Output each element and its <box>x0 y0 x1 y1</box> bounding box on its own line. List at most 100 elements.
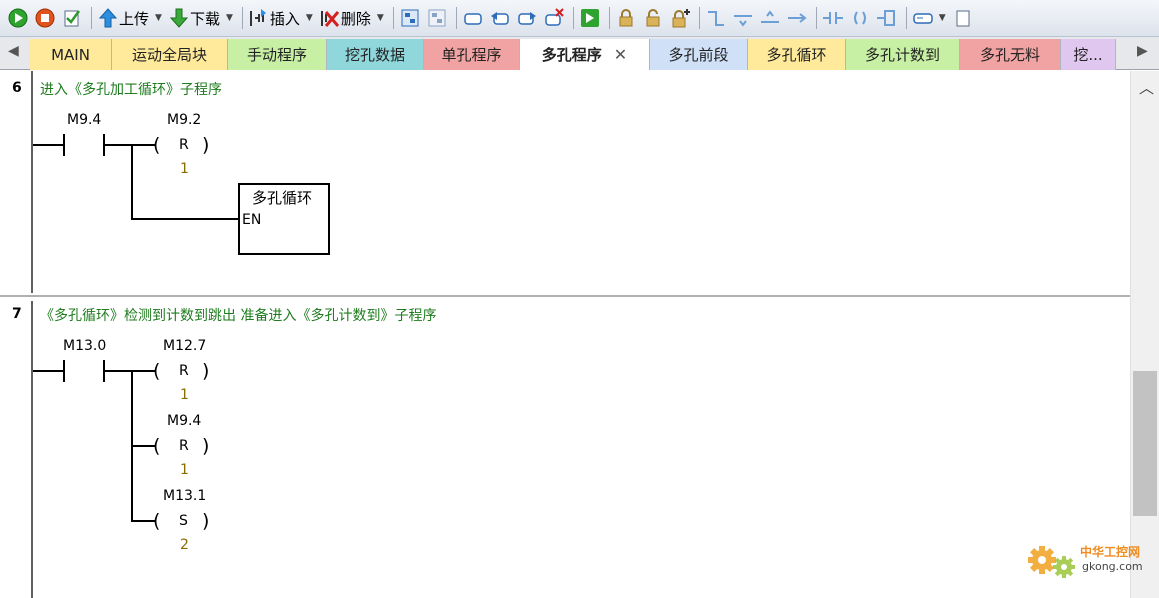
tab-8[interactable]: 多孔循环 <box>748 39 846 70</box>
coil-type[interactable]: R <box>179 134 189 156</box>
ladder-editor[interactable]: 6 进入《多孔加工循环》子程序 M9.4 M9.2 ( R ) 1 多孔循环 E… <box>0 71 1130 598</box>
network-7: 7 《多孔循环》检测到计数到跳出 准备进入《多孔计数到》子程序 M13.0 M1… <box>0 297 1130 598</box>
line-down-button[interactable] <box>731 5 755 31</box>
line-up-button[interactable] <box>704 5 728 31</box>
rung-wire <box>105 144 155 146</box>
run-icon <box>8 8 28 28</box>
tab-label: 多孔程序 <box>541 46 602 64</box>
network-view-2-button[interactable] <box>425 5 449 31</box>
network-comment[interactable]: 进入《多孔加工循环》子程序 <box>40 79 222 99</box>
chevron-down-icon[interactable]: ▼ <box>155 13 162 23</box>
contact-left-plate[interactable] <box>63 360 65 382</box>
contact-operand[interactable]: M9.4 <box>67 112 101 128</box>
watermark-url: gkong.com <box>1082 560 1143 573</box>
coil-count[interactable]: 1 <box>180 161 189 177</box>
tab-6[interactable]: 多孔程序 ✕ <box>520 39 650 70</box>
box-instruction-button[interactable] <box>875 5 899 31</box>
lock-button[interactable] <box>614 5 638 31</box>
tab-5[interactable]: 单孔程序 <box>424 39 520 70</box>
contact-operand[interactable]: M13.0 <box>63 338 106 354</box>
toolbar-separator <box>698 7 700 29</box>
chevron-down-icon[interactable]: ▼ <box>306 13 313 23</box>
line-right-icon <box>787 13 807 23</box>
tab-2[interactable]: 运动全局块 <box>112 39 228 70</box>
network-view-button[interactable] <box>398 5 422 31</box>
box-button[interactable] <box>461 5 485 31</box>
line-branch-icon <box>760 10 779 23</box>
toolbar-separator <box>815 7 817 29</box>
download-label: 下载 <box>189 9 220 28</box>
cut-block-button[interactable] <box>488 5 512 31</box>
tab-3[interactable]: 手动程序 <box>228 39 327 70</box>
enable-pin: EN <box>242 212 262 228</box>
run-button[interactable] <box>6 5 30 31</box>
more-button[interactable] <box>951 5 975 31</box>
coil-count[interactable]: 1 <box>180 387 189 403</box>
tab-label: 挖孔数据 <box>344 46 405 64</box>
unlock-icon <box>646 9 660 27</box>
coil-count[interactable]: 1 <box>180 462 189 478</box>
more-icon <box>956 10 970 27</box>
network-number: 7 <box>12 306 22 322</box>
paste-block-button[interactable] <box>515 5 539 31</box>
contact-left-plate[interactable] <box>63 134 65 156</box>
box-instruction-icon <box>876 10 895 26</box>
download-button[interactable]: 下载 ▼ <box>167 5 235 31</box>
tab-scroll-left-icon[interactable]: ◀ <box>8 43 19 59</box>
subroutine-name: 多孔循环 <box>252 189 313 207</box>
coil-type[interactable]: R <box>179 360 189 382</box>
coil-close-paren[interactable]: ) <box>202 435 209 457</box>
vertical-scrollbar[interactable]: ︿ <box>1130 71 1159 598</box>
unlock-button[interactable] <box>641 5 665 31</box>
coil-close-paren[interactable]: ) <box>202 134 209 156</box>
coil-operand[interactable]: M9.4 <box>167 413 201 429</box>
coil-icon <box>853 11 866 25</box>
contact-button[interactable] <box>821 5 845 31</box>
plc-editor-window: 上传 ▼ 下载 ▼ 插入 ▼ 删除 ▼ ▼ ◀ MAIN 运动全局块 手动程序 … <box>0 0 1159 598</box>
green-arrow-icon <box>580 9 599 27</box>
upload-arrow-icon <box>98 8 118 28</box>
upload-button[interactable]: 上传 ▼ <box>96 5 164 31</box>
coil-close-paren[interactable]: ) <box>202 510 209 532</box>
coil-open-paren[interactable]: ( <box>153 134 160 156</box>
compile-button[interactable] <box>60 5 84 31</box>
comment-box-icon <box>913 13 933 24</box>
coil-operand[interactable]: M13.1 <box>163 488 206 504</box>
tab-label: 运动全局块 <box>131 46 207 64</box>
tab-scroll-right-icon[interactable]: ▶ <box>1137 43 1148 59</box>
close-tab-icon[interactable]: ✕ <box>614 45 627 64</box>
delete-button[interactable]: 删除 ▼ <box>318 5 386 31</box>
line-right-button[interactable] <box>785 5 809 31</box>
go-button[interactable] <box>578 5 602 31</box>
coil-operand[interactable]: M12.7 <box>163 338 206 354</box>
comment-button[interactable]: ▼ <box>911 5 948 31</box>
scroll-up-icon[interactable]: ︿ <box>1139 77 1154 98</box>
coil-type[interactable]: R <box>179 435 189 457</box>
tab-10[interactable]: 多孔无料 <box>960 39 1061 70</box>
toolbar-separator <box>91 7 92 29</box>
add-lock-button[interactable] <box>668 5 692 31</box>
chevron-down-icon[interactable]: ▼ <box>377 13 384 23</box>
coil-open-paren[interactable]: ( <box>153 435 160 457</box>
coil-type[interactable]: S <box>179 510 188 532</box>
coil-open-paren[interactable]: ( <box>153 510 160 532</box>
stop-button[interactable] <box>33 5 57 31</box>
coil-open-paren[interactable]: ( <box>153 360 160 382</box>
coil-close-paren[interactable]: ) <box>202 360 209 382</box>
tab-9[interactable]: 多孔计数到 <box>846 39 960 70</box>
subroutine-call-box[interactable]: 多孔循环 EN <box>238 183 330 255</box>
coil-operand[interactable]: M9.2 <box>167 112 201 128</box>
chevron-down-icon[interactable]: ▼ <box>226 13 233 23</box>
chevron-down-icon[interactable]: ▼ <box>939 13 946 23</box>
scroll-thumb[interactable] <box>1133 371 1157 516</box>
coil-button[interactable] <box>848 5 872 31</box>
tab-11[interactable]: 挖... <box>1061 39 1116 70</box>
line-branch-button[interactable] <box>758 5 782 31</box>
tab-4[interactable]: 挖孔数据 <box>327 39 424 70</box>
tab-7[interactable]: 多孔前段 <box>650 39 748 70</box>
tab-1[interactable]: MAIN <box>30 39 112 70</box>
coil-count[interactable]: 2 <box>180 537 189 553</box>
network-comment[interactable]: 《多孔循环》检测到计数到跳出 准备进入《多孔计数到》子程序 <box>40 305 436 325</box>
delete-block-button[interactable] <box>542 5 566 31</box>
insert-button[interactable]: 插入 ▼ <box>247 5 315 31</box>
